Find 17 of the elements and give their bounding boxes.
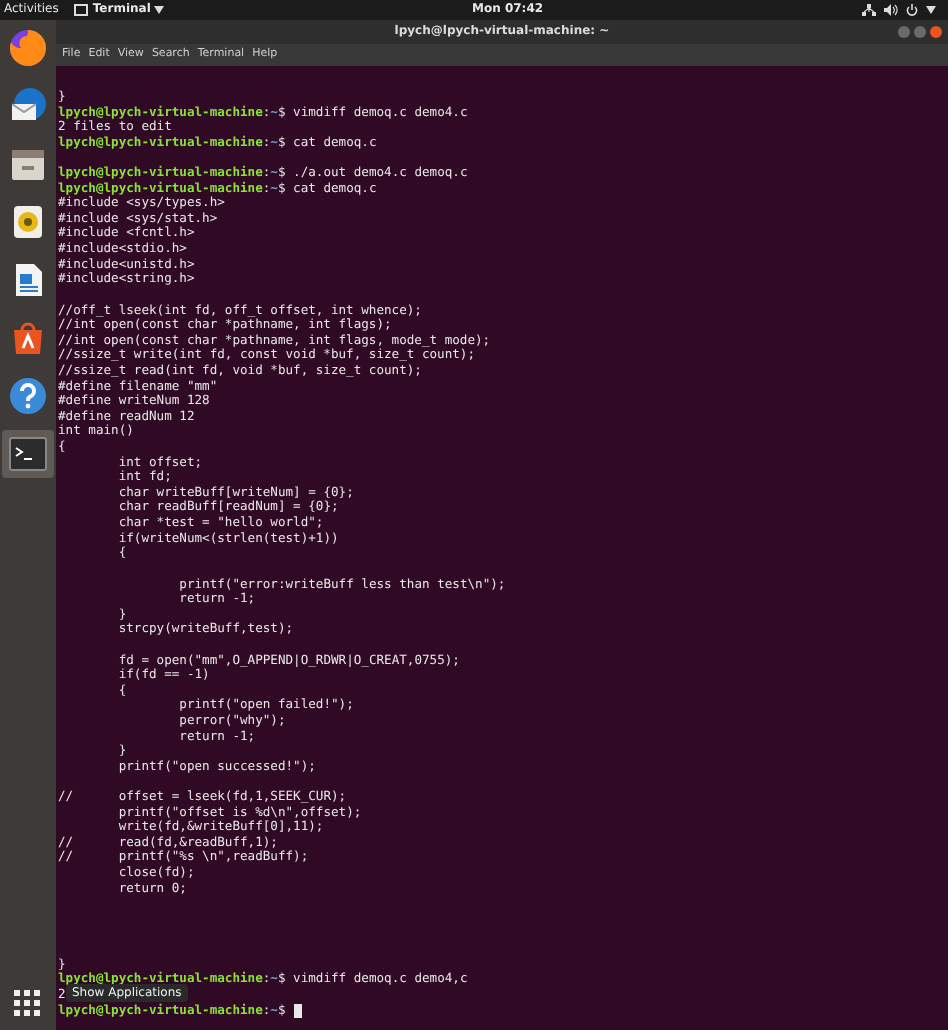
drawer-icon	[8, 144, 48, 184]
caret-icon	[154, 6, 165, 14]
shopping-bag-icon	[8, 318, 48, 358]
network-icon[interactable]	[862, 4, 876, 16]
close-button[interactable]	[930, 26, 942, 38]
terminal-icon	[8, 436, 48, 472]
browser-icon	[8, 28, 48, 68]
maximize-button[interactable]	[914, 26, 926, 38]
minimize-button[interactable]	[898, 26, 910, 38]
volume-icon[interactable]	[884, 4, 898, 16]
power-icon[interactable]	[906, 4, 918, 16]
terminal-icon	[74, 4, 89, 16]
help-icon	[8, 376, 48, 416]
caret-icon[interactable]	[926, 6, 936, 14]
mail-icon	[8, 86, 48, 126]
grid-icon[interactable]	[14, 990, 42, 1018]
music-icon	[8, 202, 48, 242]
